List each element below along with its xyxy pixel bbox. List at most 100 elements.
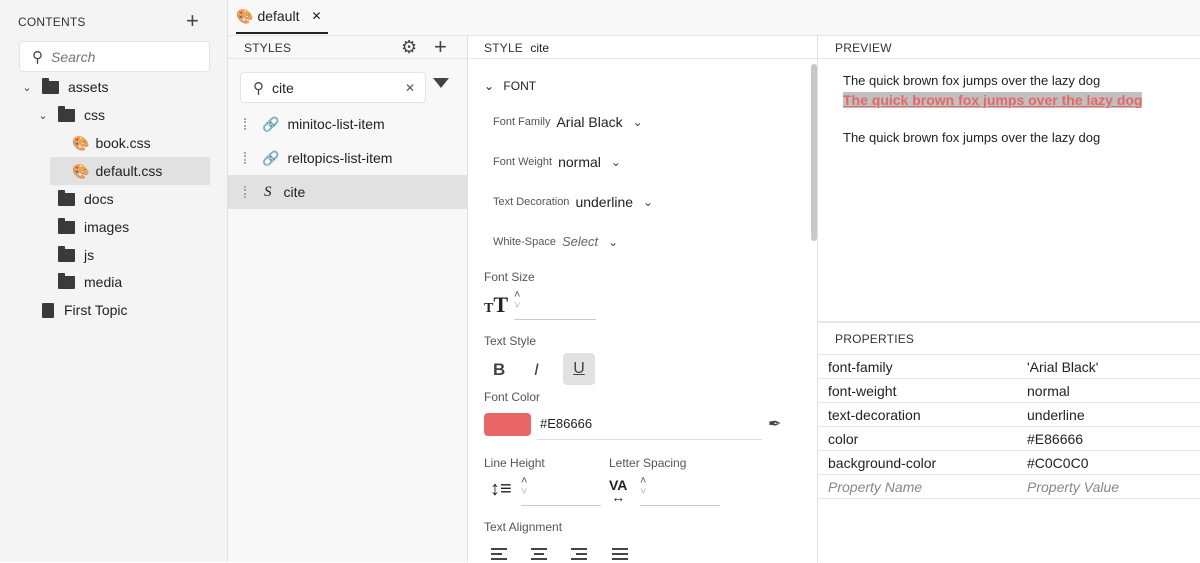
property-name[interactable]: background-color <box>828 455 936 471</box>
font-section-toggle[interactable]: ⌄ FONT <box>484 79 536 93</box>
drag-handle-icon[interactable] <box>244 186 248 198</box>
tree-item-js[interactable]: js <box>58 241 94 269</box>
property-value[interactable]: #C0C0C0 <box>1027 455 1088 471</box>
white-space-dropdown[interactable]: White-Space Select ⌄ <box>493 234 618 249</box>
property-value[interactable]: normal <box>1027 383 1070 399</box>
style-item-cite[interactable]: Scite <box>228 175 467 209</box>
property-name[interactable]: font-weight <box>828 383 896 399</box>
property-row[interactable]: font-family 'Arial Black' <box>818 355 1200 379</box>
font-color-label: Font Color <box>484 390 541 404</box>
tree-item-images[interactable]: images <box>58 213 129 241</box>
tree-item-first-topic[interactable]: First Topic <box>42 296 128 324</box>
font-size-label: Font Size <box>484 270 535 284</box>
search-value[interactable]: cite <box>272 80 405 96</box>
bold-button[interactable]: B <box>493 360 505 380</box>
clear-icon[interactable]: ✕ <box>405 81 415 95</box>
text-decoration-label: Text Decoration <box>493 196 570 208</box>
palette-icon: 🎨 <box>72 162 90 179</box>
text-decoration-value: underline <box>575 194 634 210</box>
tree-label: images <box>84 219 130 235</box>
property-value-input[interactable]: Property Value <box>1027 479 1119 495</box>
chevron-down-icon: ⌄ <box>632 115 643 129</box>
folder-icon <box>58 105 75 122</box>
line-height-stepper[interactable]: ˄ ˅ <box>521 476 601 506</box>
add-style-icon[interactable]: + <box>434 36 447 58</box>
font-family-dropdown[interactable]: Font Family Arial Black ⌄ <box>493 114 643 130</box>
property-row[interactable]: text-decoration underline <box>818 403 1200 427</box>
tree-item-assets[interactable]: ⌄ assets <box>20 73 108 101</box>
letter-spacing-stepper[interactable]: ˄ ˅ <box>640 476 720 506</box>
filter-icon[interactable] <box>433 78 449 88</box>
underline-button[interactable]: U <box>563 353 595 385</box>
style-icon: S <box>264 183 272 200</box>
preview-text: The quick brown fox jumps over the lazy … <box>843 130 1101 145</box>
text-decoration-dropdown[interactable]: Text Decoration underline ⌄ <box>493 194 653 210</box>
drag-handle-icon[interactable] <box>244 152 248 164</box>
align-center-icon[interactable] <box>531 548 547 563</box>
font-color-swatch[interactable] <box>484 413 531 436</box>
tree-item-media[interactable]: media <box>58 268 122 296</box>
font-weight-dropdown[interactable]: Font Weight normal ⌄ <box>493 154 621 170</box>
style-item-reltopics-list-item[interactable]: 🔗 reltopics-list-item <box>228 141 467 175</box>
contents-search[interactable]: ⚲ <box>19 41 210 72</box>
tree-label: js <box>84 247 95 263</box>
gear-icon[interactable]: ⚙ <box>401 37 417 58</box>
style-editor: STYLE cite ⌄ FONT Font Family Arial Black… <box>468 36 818 562</box>
property-row[interactable]: font-weight normal <box>818 379 1200 403</box>
property-name[interactable]: text-decoration <box>828 407 921 423</box>
property-value[interactable]: #E86666 <box>1027 431 1083 447</box>
styles-panel: STYLES ⚙ + ⚲ cite ✕ 🔗 minitoc-list-item 🔗… <box>228 36 468 562</box>
tree-item-book-css[interactable]: 🎨 book.css <box>72 129 151 157</box>
font-section-title: FONT <box>503 79 537 93</box>
link-icon: 🔗 <box>262 149 280 166</box>
drag-handle-icon[interactable] <box>244 118 248 130</box>
font-size-stepper[interactable]: ˄ ˅ <box>514 290 596 320</box>
white-space-label: White-Space <box>493 235 556 248</box>
property-row[interactable]: background-color #C0C0C0 <box>818 451 1200 475</box>
property-value[interactable]: 'Arial Black' <box>1027 359 1098 375</box>
chevron-down-icon[interactable]: ⌄ <box>36 109 50 122</box>
folder-icon <box>58 272 75 289</box>
style-label: minitoc-list-item <box>287 116 385 132</box>
italic-button[interactable]: I <box>534 360 539 380</box>
property-row[interactable]: color #E86666 <box>818 427 1200 451</box>
tree-label: docs <box>84 191 114 207</box>
property-name[interactable]: font-family <box>828 359 893 375</box>
font-color-input[interactable]: #E86666 <box>537 413 762 440</box>
scrollbar[interactable] <box>811 64 817 241</box>
chevron-down-icon[interactable]: ⌄ <box>20 81 34 94</box>
contents-panel: CONTENTS + ⚲ ⌄ assets ⌄ css 🎨 book.css 🎨 def… <box>0 0 228 562</box>
search-icon: ⚲ <box>32 48 43 66</box>
align-left-icon[interactable] <box>491 548 507 563</box>
align-right-icon[interactable] <box>571 548 587 563</box>
chevron-down-icon: ⌄ <box>608 234 619 249</box>
letter-spacing-icon: VA ↔ <box>609 477 628 505</box>
preview-cite-text: The quick brown fox jumps over the lazy … <box>843 92 1143 108</box>
property-name[interactable]: color <box>828 431 858 447</box>
chevron-down-icon: ⌄ <box>484 79 495 93</box>
eyedropper-icon[interactable]: ✒ <box>768 414 781 434</box>
styles-title: STYLES <box>244 41 292 55</box>
property-name-input[interactable]: Property Name <box>828 479 922 495</box>
tree-item-css[interactable]: ⌄ css <box>36 101 105 129</box>
close-tab-icon[interactable]: ✕ <box>311 9 321 23</box>
property-value[interactable]: underline <box>1027 407 1085 423</box>
style-label: STYLE <box>484 41 524 55</box>
link-icon: 🔗 <box>262 115 280 132</box>
white-space-value: Select <box>561 234 599 249</box>
align-justify-icon[interactable] <box>612 548 628 563</box>
tree-label: book.css <box>95 135 151 151</box>
style-label: reltopics-list-item <box>287 150 393 166</box>
search-input[interactable] <box>51 48 191 65</box>
tree-item-default-css[interactable]: 🎨 default.css <box>50 157 210 185</box>
folder-icon <box>58 189 75 206</box>
tab-default[interactable]: 🎨 default ✕ <box>236 0 328 34</box>
tree-item-docs[interactable]: docs <box>58 185 114 213</box>
preview-panel: PREVIEW The quick brown fox jumps over t… <box>818 36 1200 321</box>
font-weight-label: Font Weight <box>493 156 553 168</box>
new-property-row[interactable]: Property Name Property Value <box>818 475 1200 499</box>
styles-search[interactable]: ⚲ cite ✕ <box>240 72 426 103</box>
font-size-icon: TT <box>484 292 509 317</box>
add-icon[interactable]: + <box>186 10 199 32</box>
style-item-minitoc-list-item[interactable]: 🔗 minitoc-list-item <box>228 107 467 141</box>
